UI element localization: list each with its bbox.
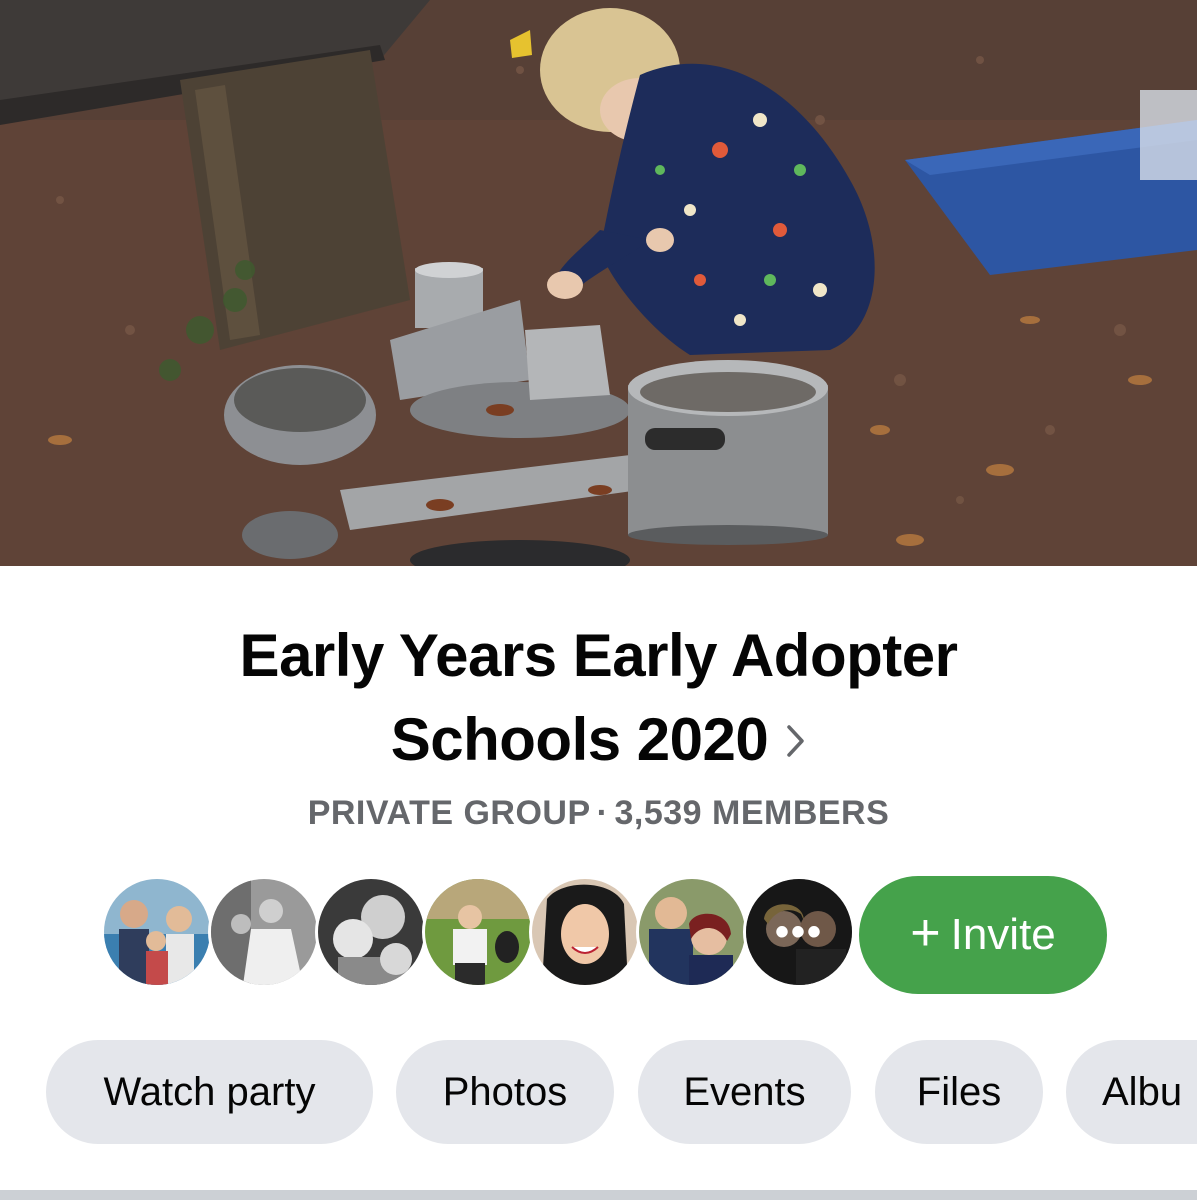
meta-separator: · xyxy=(596,794,609,832)
avatar[interactable] xyxy=(422,876,534,988)
avatar[interactable] xyxy=(101,876,213,988)
group-privacy: PRIVATE GROUP xyxy=(307,794,591,832)
invite-label: Invite xyxy=(950,910,1056,959)
cover-photo[interactable] xyxy=(0,0,1197,566)
avatar[interactable] xyxy=(529,876,641,988)
chip-photos[interactable]: Photos xyxy=(396,1040,614,1144)
member-count[interactable]: 3,539 MEMBERS xyxy=(614,794,889,832)
avatar[interactable]: ••• xyxy=(743,876,855,988)
chips-overflow: Albu xyxy=(1066,1040,1197,1144)
group-title-line2: Schools 2020 xyxy=(390,706,769,773)
group-meta: PRIVATE GROUP · 3,539 MEMBERS xyxy=(0,794,1197,833)
more-members-icon[interactable]: ••• xyxy=(746,879,852,985)
invite-button[interactable]: + Invite xyxy=(859,876,1107,994)
chip-events[interactable]: Events xyxy=(638,1040,851,1144)
chevron-right-icon[interactable] xyxy=(786,696,806,780)
avatar[interactable] xyxy=(636,876,748,988)
plus-icon: + xyxy=(910,904,941,962)
section-divider xyxy=(0,1190,1197,1200)
cover-photo-illustration xyxy=(0,0,1197,566)
chip-albums[interactable]: Albu xyxy=(1066,1040,1197,1144)
chip-files[interactable]: Files xyxy=(875,1040,1043,1144)
avatar[interactable] xyxy=(208,876,320,988)
chip-watch-party[interactable]: Watch party xyxy=(46,1040,373,1144)
group-title-line1: Early Years Early Adopter xyxy=(239,622,958,689)
avatar[interactable] xyxy=(315,876,427,988)
group-title[interactable]: Early Years Early Adopter Schools 2020 xyxy=(0,614,1197,786)
